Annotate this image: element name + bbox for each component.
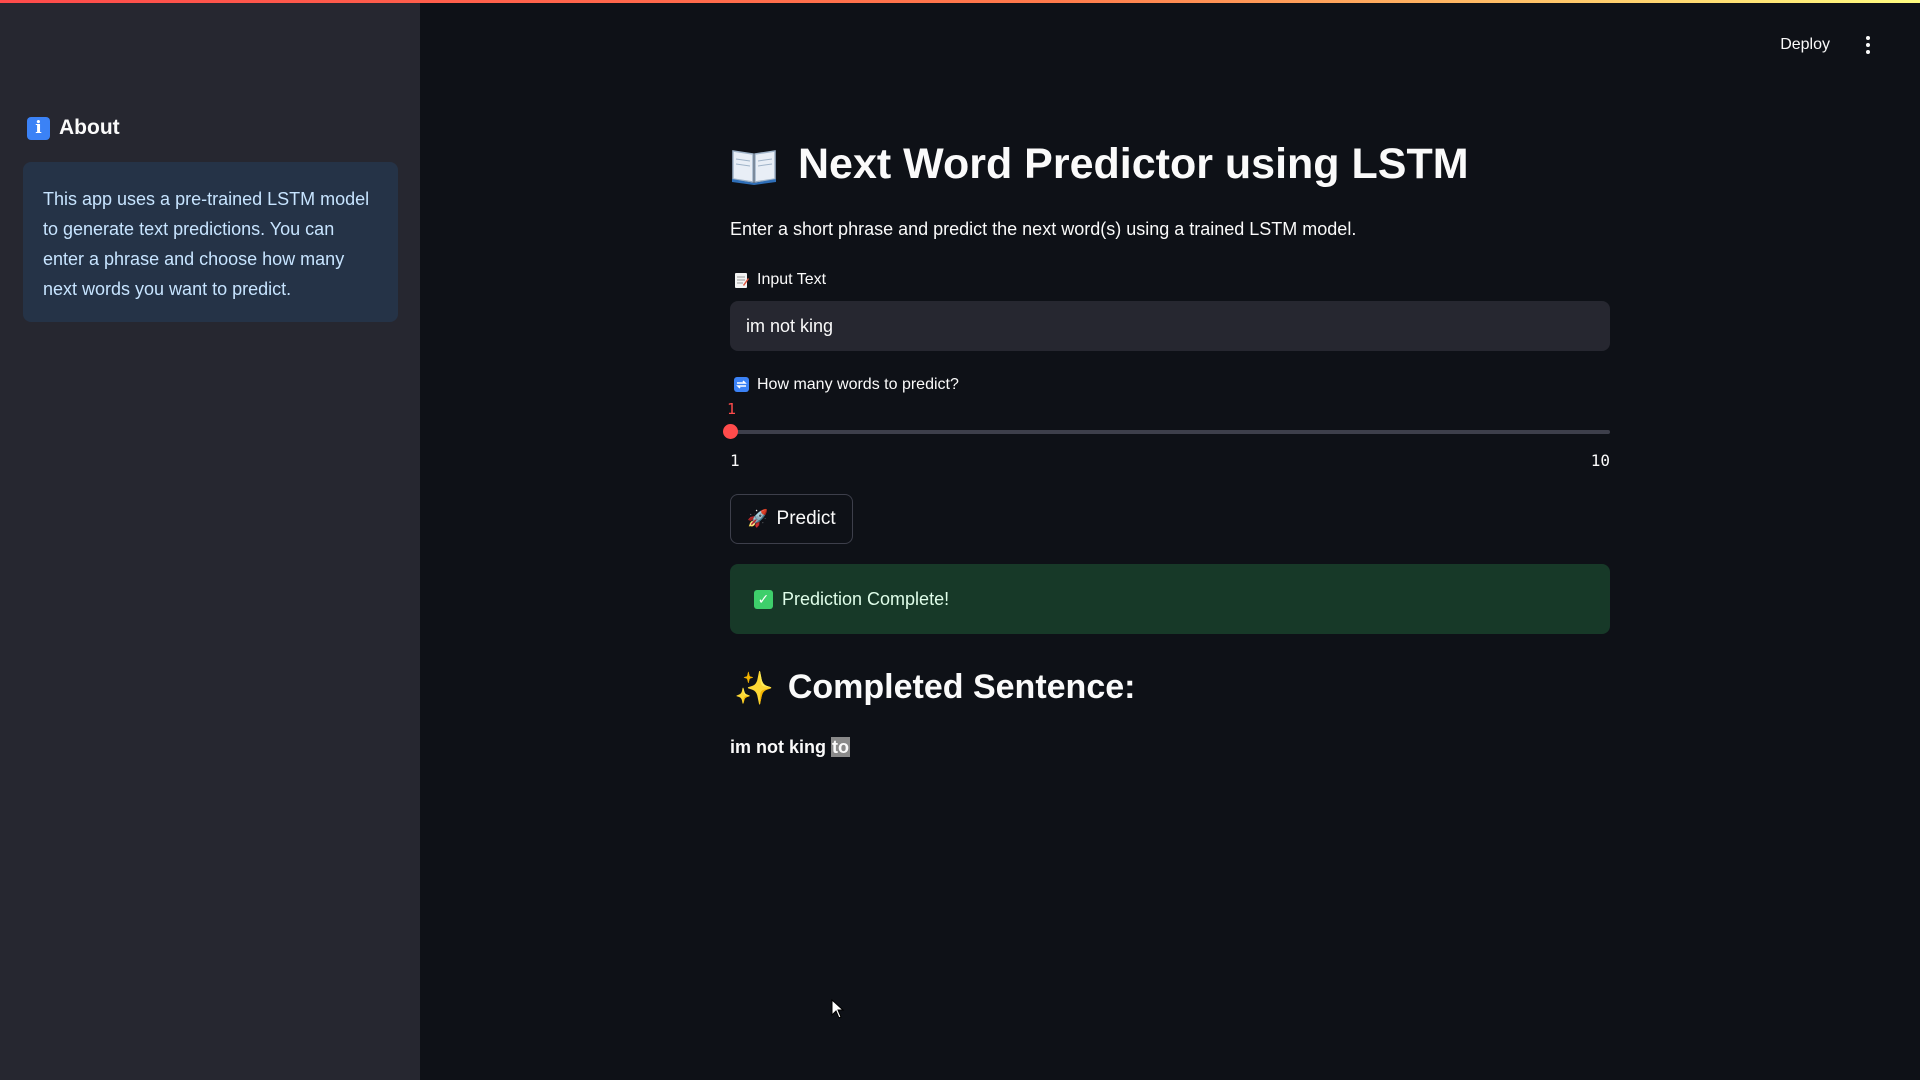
success-alert: ✓ Prediction Complete! — [730, 564, 1610, 634]
about-info-box: This app uses a pre-trained LSTM model t… — [23, 162, 398, 322]
deploy-button[interactable]: Deploy — [1780, 36, 1830, 54]
slider-label: How many words to predict? — [734, 376, 959, 394]
mouse-pointer-icon — [831, 999, 845, 1019]
top-decoration-bar — [0, 0, 1920, 3]
slider-thumb[interactable] — [723, 424, 738, 439]
success-message: Prediction Complete! — [782, 588, 950, 609]
page-title-text: Next Word Predictor using LSTM — [798, 140, 1469, 188]
input-text-field[interactable] — [730, 301, 1610, 351]
repeat-icon — [734, 376, 749, 394]
page-title: Next Word Predictor using LSTM — [730, 140, 1469, 189]
memo-icon — [734, 272, 749, 289]
slider-min-label: 1 — [730, 451, 740, 470]
slider-current-value: 1 — [727, 400, 737, 418]
input-label-text: Input Text — [757, 271, 827, 288]
completed-base-text: im not king — [730, 737, 826, 757]
completed-header-text: Completed Sentence: — [787, 668, 1136, 706]
check-mark-icon: ✓ — [754, 589, 773, 609]
predict-button[interactable]: 🚀 Predict — [730, 494, 853, 544]
header-actions: Deploy — [1780, 30, 1920, 60]
rocket-icon: 🚀 — [747, 509, 769, 528]
input-label: Input Text — [734, 271, 826, 289]
about-header: i About — [27, 116, 120, 140]
predicted-word: to — [831, 737, 851, 757]
sparkles-icon: ✨ — [734, 669, 774, 706]
slider-max-label: 10 — [1590, 451, 1610, 470]
page-subtitle: Enter a short phrase and predict the nex… — [730, 219, 1357, 239]
sidebar: i About This app uses a pre-trained LSTM… — [0, 0, 420, 1080]
slider-track[interactable] — [730, 430, 1610, 434]
main-menu-button[interactable] — [1858, 30, 1878, 60]
open-book-icon — [730, 145, 778, 185]
vertical-dots-icon — [1866, 36, 1870, 40]
completed-sentence: im not king to — [730, 737, 851, 758]
completed-sentence-header: ✨ Completed Sentence: — [734, 668, 1135, 707]
slider-label-text: How many words to predict? — [757, 376, 959, 393]
predict-button-label: Predict — [776, 508, 836, 529]
about-title: About — [59, 116, 120, 139]
info-icon: i — [27, 116, 50, 140]
